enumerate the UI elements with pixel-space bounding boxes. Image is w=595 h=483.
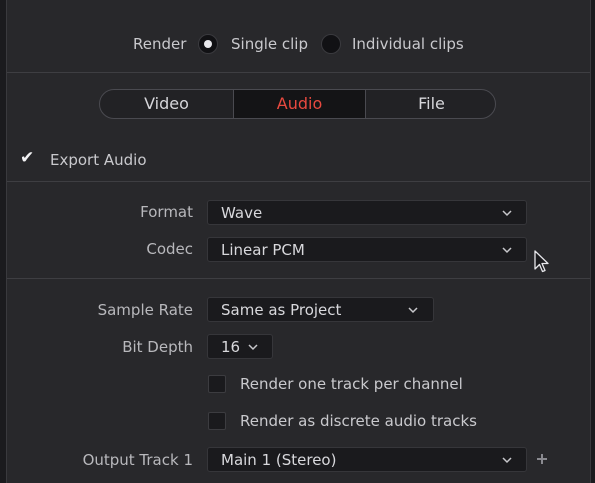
chevron-down-icon [502, 210, 512, 217]
chevron-down-icon [248, 344, 258, 351]
per-channel-checkbox[interactable] [208, 375, 226, 393]
output-track-select[interactable]: Main 1 (Stereo) [207, 447, 527, 472]
tab-file[interactable]: File [366, 90, 495, 118]
bit-depth-value: 16 [221, 338, 241, 356]
divider [7, 278, 590, 279]
radio-single-clip-label[interactable]: Single clip [231, 35, 308, 53]
plus-icon[interactable] [535, 452, 549, 466]
settings-tabs: Video Audio File [99, 89, 496, 119]
checkmark-icon: ✔ [20, 148, 35, 168]
sample-rate-value: Same as Project [221, 301, 342, 319]
bit-depth-select[interactable]: 16 [207, 334, 273, 359]
codec-label: Codec [146, 240, 193, 258]
radio-individual-clips-label[interactable]: Individual clips [352, 35, 464, 53]
output-track-value: Main 1 (Stereo) [221, 451, 337, 469]
sample-rate-select[interactable]: Same as Project [207, 297, 434, 322]
chevron-down-icon [408, 307, 418, 314]
per-channel-label: Render one track per channel [240, 375, 463, 393]
mouse-pointer-icon [534, 250, 549, 273]
export-audio-checkbox[interactable]: ✔ [18, 148, 36, 169]
chevron-down-icon [502, 457, 512, 464]
render-mode-row: Render Single clip Individual clips [7, 0, 590, 72]
format-value: Wave [221, 204, 263, 222]
render-settings-panel: Render Single clip Individual clips Vide… [6, 0, 591, 483]
format-select[interactable]: Wave [207, 200, 527, 225]
tab-video[interactable]: Video [100, 90, 233, 118]
radio-single-clip[interactable] [198, 34, 218, 54]
codec-value: Linear PCM [221, 241, 305, 259]
divider [7, 72, 590, 73]
radio-selected-dot [204, 40, 212, 48]
radio-individual-clips[interactable] [321, 34, 341, 54]
format-label: Format [140, 203, 193, 221]
bit-depth-label: Bit Depth [122, 338, 193, 356]
codec-select[interactable]: Linear PCM [207, 237, 527, 262]
divider [7, 181, 590, 182]
discrete-tracks-label: Render as discrete audio tracks [240, 412, 477, 430]
sample-rate-label: Sample Rate [97, 301, 193, 319]
tab-audio[interactable]: Audio [234, 90, 365, 118]
discrete-tracks-checkbox[interactable] [208, 412, 226, 430]
chevron-down-icon [502, 247, 512, 254]
export-audio-label: Export Audio [50, 151, 147, 169]
render-label: Render [133, 35, 187, 53]
output-track-label: Output Track 1 [82, 451, 193, 469]
